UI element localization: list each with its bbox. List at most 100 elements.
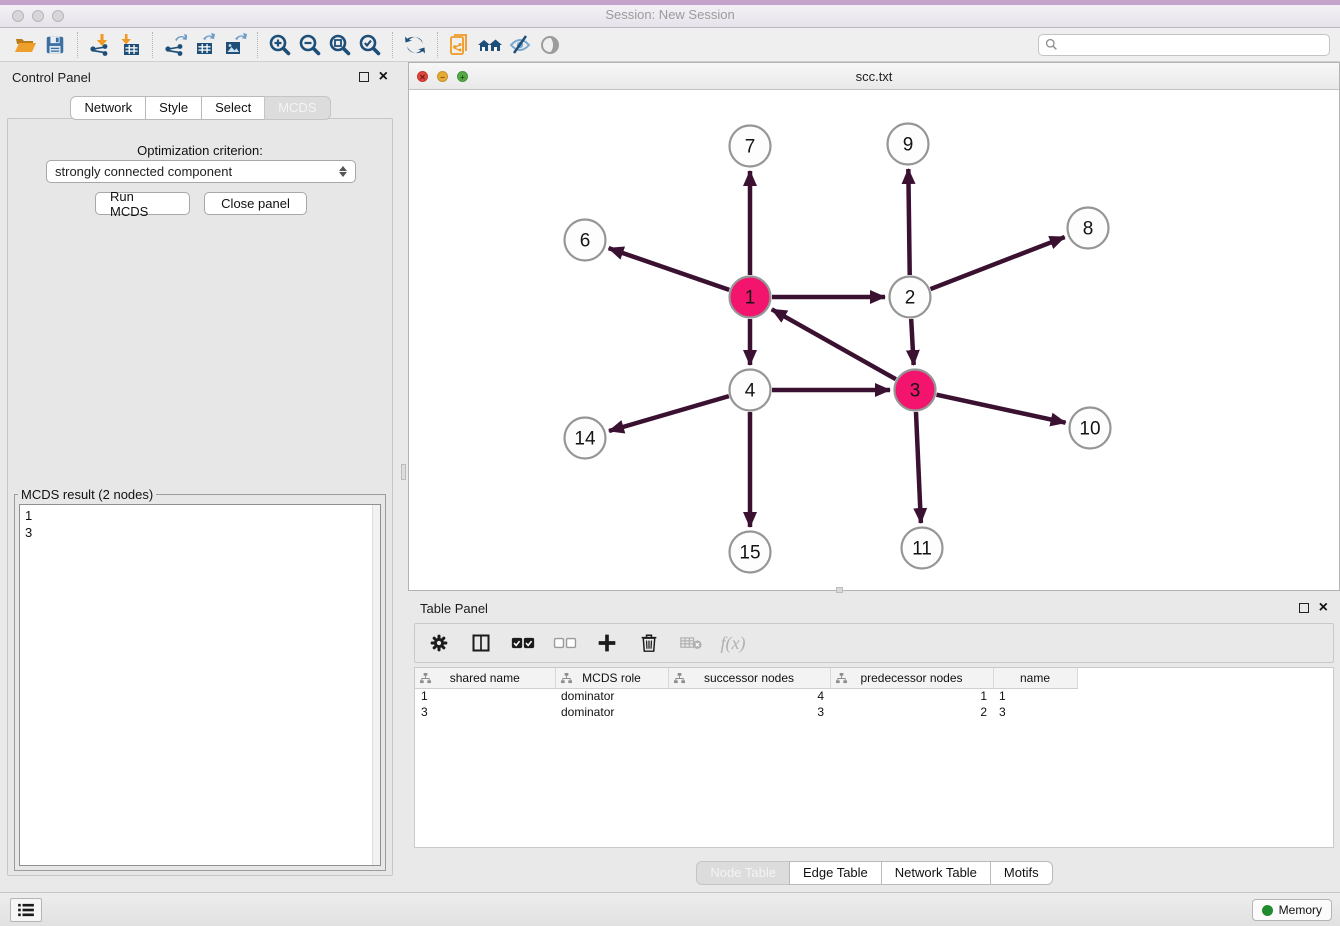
cell-successor-nodes[interactable]: 3 — [668, 704, 830, 720]
tab-style[interactable]: Style — [145, 96, 202, 120]
column-header-predecessor-nodes[interactable]: predecessor nodes — [830, 668, 993, 688]
vertical-splitter[interactable] — [400, 62, 408, 892]
edge-3-1[interactable] — [772, 309, 896, 379]
cell-successor-nodes[interactable]: 4 — [668, 688, 830, 704]
import-table-icon[interactable] — [115, 31, 145, 59]
table-tab-edge-table[interactable]: Edge Table — [789, 861, 882, 885]
edge-1-6[interactable] — [609, 248, 730, 290]
splitter-grip[interactable] — [401, 464, 406, 480]
edge-4-14[interactable] — [609, 396, 729, 431]
node-3[interactable]: 3 — [895, 370, 936, 411]
cell-mcds-role[interactable]: dominator — [555, 704, 668, 720]
function-builder-icon[interactable]: f(x) — [721, 631, 745, 655]
node-1[interactable]: 1 — [730, 277, 771, 318]
column-header-mcds-role[interactable]: MCDS role — [555, 668, 668, 688]
window-title: Session: New Session — [0, 7, 1340, 22]
table-tab-node-table[interactable]: Node Table — [696, 861, 790, 885]
close-panel-icon[interactable]: × — [379, 72, 388, 82]
run-mcds-button[interactable]: Run MCDS — [95, 192, 190, 215]
import-network-icon[interactable] — [85, 31, 115, 59]
edge-3-10[interactable] — [936, 395, 1065, 423]
search-input[interactable] — [1062, 38, 1323, 52]
add-icon[interactable] — [595, 631, 619, 655]
table-row[interactable]: 3dominator323 — [415, 704, 1077, 720]
column-header-name[interactable]: name — [993, 668, 1077, 688]
memory-button[interactable]: Memory — [1252, 899, 1332, 921]
export-image-icon[interactable] — [220, 31, 250, 59]
network-overview-icon[interactable] — [475, 31, 505, 59]
table-tab-network-table[interactable]: Network Table — [881, 861, 991, 885]
edge-2-3[interactable] — [911, 319, 913, 365]
splitter-grip[interactable] — [836, 587, 843, 593]
toolbar-divider — [257, 32, 258, 58]
network-view-window: ✕ − + scc.txt 7968124314101511 — [408, 62, 1340, 591]
table-tab-motifs[interactable]: Motifs — [990, 861, 1053, 885]
table-settings-icon[interactable] — [427, 631, 451, 655]
zoom-selected-icon[interactable] — [355, 31, 385, 59]
apply-layout-icon[interactable] — [400, 31, 430, 59]
show-graphics-details-icon[interactable] — [535, 31, 565, 59]
edge-2-9[interactable] — [908, 169, 909, 275]
node-14[interactable]: 14 — [565, 418, 606, 459]
export-network-icon[interactable] — [160, 31, 190, 59]
float-panel-icon[interactable] — [359, 72, 369, 82]
open-session-icon[interactable] — [10, 31, 40, 59]
delete-icon[interactable] — [637, 631, 661, 655]
export-table-icon[interactable] — [190, 31, 220, 59]
status-bar: Memory — [0, 892, 1340, 926]
cell-shared-name[interactable]: 3 — [415, 704, 555, 720]
zoom-in-icon[interactable] — [265, 31, 295, 59]
column-header-successor-nodes[interactable]: successor nodes — [668, 668, 830, 688]
network-close-button[interactable]: ✕ — [417, 71, 428, 82]
node-8[interactable]: 8 — [1068, 208, 1109, 249]
delete-table-icon[interactable] — [679, 631, 703, 655]
task-history-button[interactable] — [10, 898, 42, 922]
float-panel-icon[interactable] — [1299, 603, 1309, 613]
zoom-fit-content-icon[interactable] — [325, 31, 355, 59]
edge-2-8[interactable] — [931, 237, 1065, 289]
result-scrollbar[interactable] — [372, 505, 380, 865]
edge-3-11[interactable] — [916, 412, 921, 523]
close-panel-button[interactable]: Close panel — [204, 192, 307, 215]
save-session-icon[interactable] — [40, 31, 70, 59]
tab-mcds[interactable]: MCDS — [264, 96, 330, 120]
cell-predecessor-nodes[interactable]: 2 — [830, 704, 993, 720]
tab-select[interactable]: Select — [201, 96, 265, 120]
close-panel-icon[interactable]: × — [1319, 603, 1328, 613]
node-15[interactable]: 15 — [730, 532, 771, 573]
node-2[interactable]: 2 — [890, 277, 931, 318]
node-9[interactable]: 9 — [888, 124, 929, 165]
toolbar-divider — [392, 32, 393, 58]
split-columns-icon[interactable] — [469, 631, 493, 655]
mcds-result-textarea[interactable]: 13 — [19, 504, 381, 866]
clone-network-icon[interactable] — [445, 31, 475, 59]
cell-mcds-role[interactable]: dominator — [555, 688, 668, 704]
memory-label: Memory — [1279, 903, 1322, 917]
node-table[interactable]: shared nameMCDS rolesuccessor nodesprede… — [414, 667, 1334, 848]
zoom-out-icon[interactable] — [295, 31, 325, 59]
node-10[interactable]: 10 — [1070, 408, 1111, 449]
cell-name[interactable]: 3 — [993, 704, 1077, 720]
network-minimize-button[interactable]: − — [437, 71, 448, 82]
tab-network[interactable]: Network — [70, 96, 146, 120]
node-11[interactable]: 11 — [902, 528, 943, 569]
toolbar-divider — [437, 32, 438, 58]
criterion-dropdown[interactable]: strongly connected component — [46, 160, 356, 183]
cell-name[interactable]: 1 — [993, 688, 1077, 704]
control-panel-tabs: NetworkStyleSelectMCDS — [0, 96, 400, 120]
cell-predecessor-nodes[interactable]: 1 — [830, 688, 993, 704]
table-row[interactable]: 1dominator411 — [415, 688, 1077, 704]
svg-text:3: 3 — [910, 381, 921, 402]
network-maximize-button[interactable]: + — [457, 71, 468, 82]
select-all-icon[interactable] — [511, 631, 535, 655]
hide-graphics-details-icon[interactable] — [505, 31, 535, 59]
column-header-shared-name[interactable]: shared name — [415, 668, 555, 688]
main-toolbar — [0, 28, 1340, 62]
network-canvas[interactable]: 7 9 6 8 1 2 4 3 14 10 15 11 — [409, 90, 1339, 590]
node-4[interactable]: 4 — [730, 370, 771, 411]
clear-selection-icon[interactable] — [553, 631, 577, 655]
cell-shared-name[interactable]: 1 — [415, 688, 555, 704]
node-6[interactable]: 6 — [565, 220, 606, 261]
search-box[interactable] — [1038, 34, 1330, 56]
node-7[interactable]: 7 — [730, 126, 771, 167]
